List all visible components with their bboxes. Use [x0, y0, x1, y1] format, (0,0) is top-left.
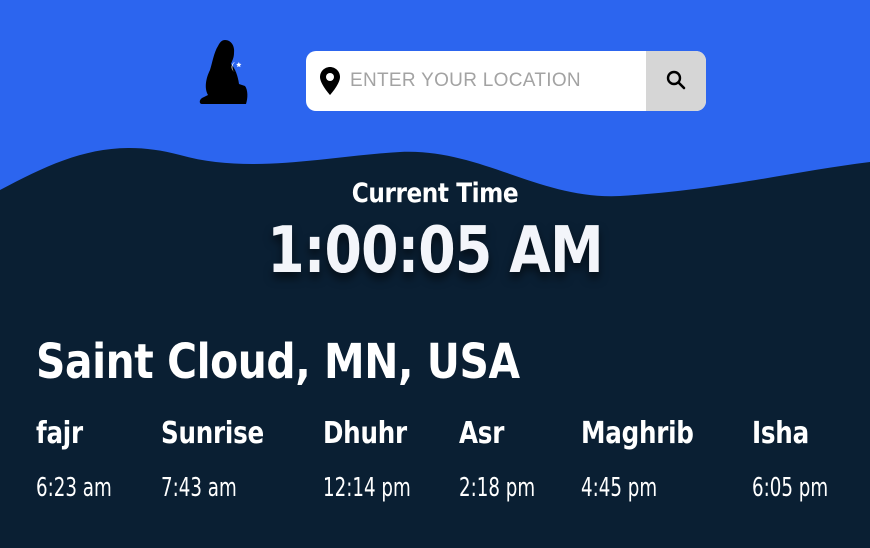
prayer-name: Sunrise	[161, 416, 264, 451]
prayer-time: 6:23 am	[36, 473, 112, 503]
prayer-time: 4:45 pm	[581, 473, 658, 503]
prayer-time: 7:43 am	[161, 473, 237, 503]
city-name: Saint Cloud, MN, USA	[36, 334, 520, 390]
prayer-isha: Isha 6:05 pm	[752, 416, 850, 503]
prayer-asr: Asr 2:18 pm	[459, 416, 557, 503]
prayer-fajr: fajr 6:23 am	[36, 416, 133, 503]
prayer-dhuhr: Dhuhr 12:14 pm	[323, 416, 435, 503]
current-time-label: Current Time	[351, 178, 519, 209]
map-pin-icon	[306, 51, 346, 111]
search-button[interactable]	[646, 51, 706, 111]
location-search-input[interactable]	[346, 51, 646, 111]
prayer-sunrise: Sunrise 7:43 am	[161, 416, 287, 503]
prayer-time: 6:05 pm	[752, 473, 829, 503]
prayer-name: fajr	[36, 416, 83, 451]
prayer-name: Asr	[459, 416, 505, 451]
prayer-name: Maghrib	[581, 416, 694, 451]
praying-person-icon	[199, 40, 248, 104]
prayer-time: 12:14 pm	[323, 473, 411, 503]
search-icon	[666, 70, 686, 93]
current-time-clock: 1:00:05 AM	[267, 214, 603, 288]
prayer-name: Isha	[752, 416, 809, 451]
prayer-name: Dhuhr	[323, 416, 407, 451]
location-search-bar	[306, 51, 706, 111]
prayer-time: 2:18 pm	[459, 473, 536, 503]
prayer-maghrib: Maghrib 4:45 pm	[581, 416, 718, 503]
